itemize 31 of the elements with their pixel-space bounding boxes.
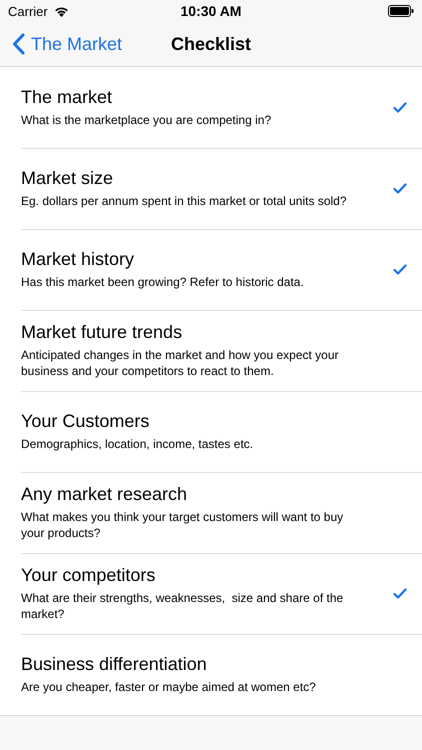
item-title: Market history [21,249,136,270]
item-description: What makes you think your target customers will want to buy your products? [21,509,344,541]
chevron-left-icon [12,33,25,55]
checklist-item[interactable]: Market history Has this market been growing? Refer to historic data. [0,229,422,310]
wifi-icon [54,6,69,16]
item-description: What is the marketplace you are competing in? [21,112,272,128]
item-title: The market [21,87,114,108]
checklist-item[interactable]: Market future trends Anticipated changes in the market and how you expect your business and your competitors to react to them. [0,310,422,391]
item-title: Market future trends [21,322,184,343]
back-button[interactable]: The Market [0,33,122,55]
item-description: Eg. dollars per annum spent in this market or total units sold? [21,193,348,209]
item-description: What are their strengths, weaknesses, size and share of the market? [21,590,344,622]
item-title: Business differentiation [21,654,208,675]
screen-title: Checklist [170,34,252,54]
item-description: Anticipated changes in the market and how you expect your business and your competitors to react to them. [21,347,340,379]
checklist-item[interactable]: The market What is the marketplace you are competing in? [0,67,422,148]
item-description: Has this market been growing? Refer to historic data. [21,274,305,290]
checklist-item[interactable]: Business differentiation Are you cheaper, faster or maybe aimed at women etc? [0,634,422,715]
checklist-item[interactable]: Any market research What makes you think your target customers will want to buy your products? [0,472,422,553]
item-title: Any market research [21,484,188,505]
checklist-item[interactable]: Market size Eg. dollars per annum spent in this market or total units sold? [0,148,422,229]
item-description: Are you cheaper, faster or maybe aimed at women etc? [21,679,317,695]
item-title: Your Customers [21,411,150,432]
item-title: Market size [21,168,114,189]
item-description: Demographics, location, income, tastes etc. [21,436,254,452]
battery-icon [388,5,414,17]
checklist-item[interactable]: Your Customers Demographics, location, income, tastes etc. [0,391,422,472]
item-title: Your competitors [21,565,156,586]
carrier-name: Carrier [8,4,48,18]
checklist-item[interactable]: Your competitors What are their strengths, weaknesses, size and share of the market? [0,553,422,634]
status-time: 10:30 AM [180,3,242,19]
